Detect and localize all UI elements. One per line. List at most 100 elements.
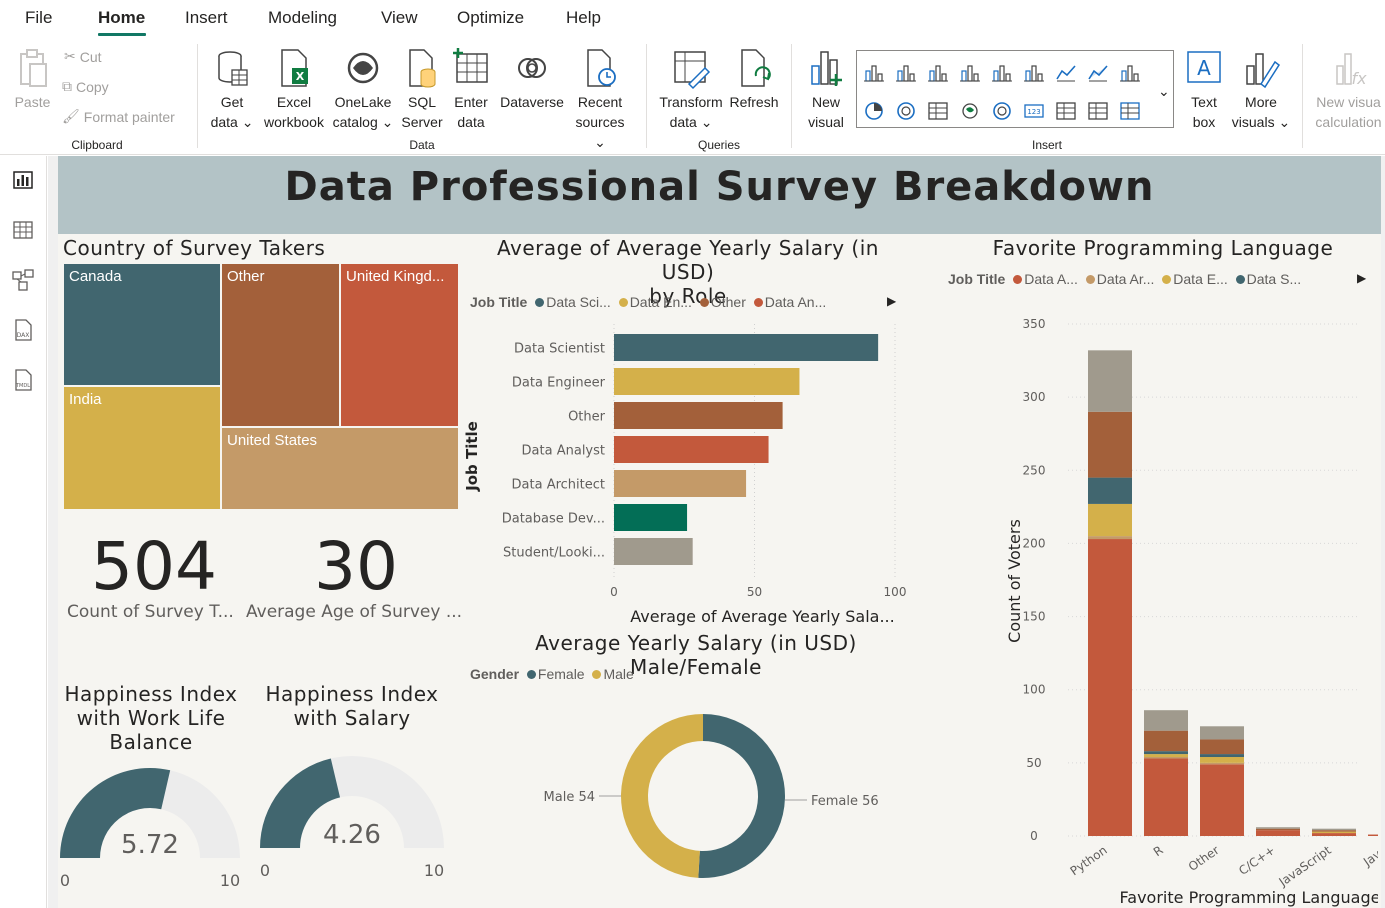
- legend-item[interactable]: Other: [711, 294, 746, 310]
- stacked-segment[interactable]: [1144, 754, 1188, 758]
- treemap-icon[interactable]: [927, 101, 949, 121]
- legend-item[interactable]: Data Sci...: [546, 294, 611, 310]
- clustered-bar-chart-icon[interactable]: [927, 63, 949, 83]
- menu-modeling[interactable]: Modeling: [268, 8, 337, 28]
- tmdl-view-icon[interactable]: TMDL: [11, 368, 35, 392]
- dataverse-button[interactable]: Dataverse: [496, 46, 568, 112]
- stacked-segment[interactable]: [1256, 830, 1300, 836]
- stacked-segment[interactable]: [1088, 350, 1132, 412]
- bar[interactable]: [614, 368, 800, 395]
- legend-item[interactable]: Male: [603, 666, 633, 682]
- programming-language-stacked-chart[interactable]: 050100150200250300350Python R Other C/C++Ja…: [938, 291, 1378, 908]
- table-icon[interactable]: [1087, 101, 1109, 121]
- treemap-cell-india[interactable]: India: [63, 386, 221, 510]
- matrix-icon[interactable]: [1119, 101, 1141, 121]
- recent-sources-button[interactable]: Recent sources ⌄: [568, 46, 632, 152]
- pie-chart-icon[interactable]: [863, 101, 885, 121]
- donut-slice[interactable]: [621, 714, 703, 878]
- card-icon[interactable]: 123: [1023, 101, 1045, 121]
- treemap-cell-canada[interactable]: Canada: [63, 263, 221, 386]
- menu-home[interactable]: Home: [98, 8, 145, 28]
- gallery-expand-button[interactable]: ⌄: [1158, 83, 1170, 100]
- stacked-segment[interactable]: [1200, 726, 1244, 740]
- bar[interactable]: [614, 334, 879, 361]
- stacked-bar-chart-icon[interactable]: [863, 63, 885, 83]
- cut-button[interactable]: ✂ Cut: [64, 48, 102, 65]
- line-column-chart-icon[interactable]: [1023, 63, 1045, 83]
- stacked-segment[interactable]: [1088, 477, 1132, 504]
- model-view-icon[interactable]: [11, 268, 35, 292]
- legend-item[interactable]: Data Ar...: [1097, 271, 1155, 287]
- get-data-button[interactable]: Get data ⌄: [208, 46, 256, 132]
- bar[interactable]: [614, 402, 783, 429]
- bar[interactable]: [614, 504, 688, 531]
- legend-item[interactable]: Data En...: [630, 294, 692, 310]
- menu-file[interactable]: File: [25, 8, 52, 28]
- stacked-segment[interactable]: [1256, 827, 1300, 829]
- new-visual-calculation-button[interactable]: fx New visua calculation: [1312, 46, 1385, 132]
- format-painter-button[interactable]: 🖌 Format painter: [62, 108, 175, 125]
- legend-item[interactable]: Female: [538, 666, 585, 682]
- stacked-segment[interactable]: [1088, 536, 1132, 540]
- area-chart-icon[interactable]: [1087, 63, 1109, 83]
- menu-view[interactable]: View: [381, 8, 418, 28]
- excel-workbook-button[interactable]: X Excel workbook: [262, 46, 326, 132]
- sql-server-button[interactable]: SQL Server: [400, 46, 444, 132]
- table-view-icon[interactable]: [11, 218, 35, 242]
- legend-item[interactable]: Data E...: [1173, 271, 1227, 287]
- report-view-icon[interactable]: [11, 168, 35, 192]
- bar[interactable]: [614, 538, 693, 565]
- stacked-segment[interactable]: [1088, 411, 1132, 478]
- bar[interactable]: [614, 436, 769, 463]
- stacked-segment[interactable]: [1144, 758, 1188, 836]
- stacked-segment[interactable]: [1144, 730, 1188, 752]
- dax-query-view-icon[interactable]: DAX: [11, 318, 35, 342]
- donut-slice[interactable]: [698, 714, 786, 878]
- stacked-segment[interactable]: [1368, 834, 1378, 836]
- more-visuals-button[interactable]: More visuals ⌄: [1230, 46, 1292, 132]
- stacked-segment[interactable]: [1256, 828, 1300, 831]
- hundred-percent-bar-chart-icon[interactable]: [991, 63, 1013, 83]
- stacked-segment[interactable]: [1312, 831, 1356, 834]
- ribbon-chart-icon[interactable]: [1119, 63, 1141, 83]
- donut-chart-icon[interactable]: [895, 101, 917, 121]
- new-visual-button[interactable]: New visual: [802, 46, 850, 132]
- treemap-cell-other[interactable]: Other: [221, 263, 340, 427]
- treemap-cell-united-states[interactable]: United States: [221, 427, 459, 510]
- stacked-segment[interactable]: [1144, 710, 1188, 731]
- stacked-column-chart-icon[interactable]: [895, 63, 917, 83]
- legend-next-arrow-icon[interactable]: ▶: [1357, 271, 1366, 285]
- menu-optimize[interactable]: Optimize: [457, 8, 524, 28]
- stacked-segment[interactable]: [1088, 539, 1132, 836]
- stacked-segment[interactable]: [1312, 833, 1356, 836]
- enter-data-button[interactable]: Enter data: [450, 46, 492, 132]
- salary-by-role-bar-chart[interactable]: Data Scientist Data Engineer Other Data Ana…: [463, 316, 918, 631]
- text-box-button[interactable]: A Text box: [1180, 46, 1228, 132]
- stacked-segment[interactable]: [1088, 503, 1132, 537]
- gender-salary-donut-chart[interactable]: Female 56 Male 54: [463, 696, 923, 906]
- refresh-button[interactable]: Refresh: [728, 46, 780, 112]
- legend-item[interactable]: Data S...: [1247, 271, 1301, 287]
- stacked-segment[interactable]: [1200, 762, 1244, 765]
- onelake-catalog-button[interactable]: OneLake catalog ⌄: [330, 46, 396, 132]
- clustered-column-chart-icon[interactable]: [959, 63, 981, 83]
- gauge-icon[interactable]: [991, 101, 1013, 121]
- bar[interactable]: [614, 470, 747, 497]
- treemap-cell-united-kingdom[interactable]: United Kingd...: [340, 263, 459, 427]
- stacked-segment[interactable]: [1200, 739, 1244, 755]
- legend-item[interactable]: Data A...: [1024, 271, 1078, 287]
- paste-button[interactable]: Paste: [10, 46, 55, 112]
- stacked-segment[interactable]: [1144, 751, 1188, 755]
- legend-next-arrow-icon[interactable]: ▶: [887, 294, 896, 308]
- stacked-segment[interactable]: [1200, 757, 1244, 763]
- menu-help[interactable]: Help: [566, 8, 601, 28]
- stacked-segment[interactable]: [1312, 828, 1356, 831]
- menu-insert[interactable]: Insert: [185, 8, 228, 28]
- line-chart-icon[interactable]: [1055, 63, 1077, 83]
- map-icon[interactable]: [959, 101, 981, 121]
- stacked-segment[interactable]: [1200, 764, 1244, 836]
- copy-button[interactable]: ⧉ Copy: [62, 78, 109, 95]
- legend-item[interactable]: Data An...: [765, 294, 826, 310]
- multi-row-card-icon[interactable]: [1055, 101, 1077, 121]
- stacked-segment[interactable]: [1200, 754, 1244, 758]
